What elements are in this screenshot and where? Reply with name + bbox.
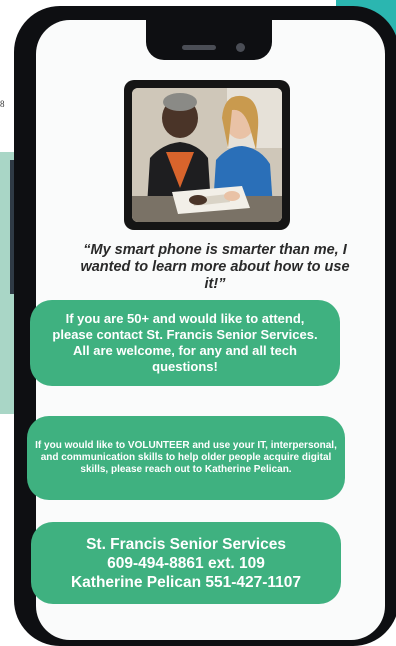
page-number: 8 <box>0 99 5 109</box>
volunteer-info-box: If you would like to VOLUNTEER and use y… <box>27 416 345 500</box>
attend-info-box: If you are 50+ and would like to attend,… <box>30 300 340 386</box>
attend-info-text: If you are 50+ and would like to attend,… <box>52 311 318 374</box>
contact-person: Katherine Pelican 551-427-1107 <box>70 573 302 591</box>
photo-frame <box>124 80 290 230</box>
contact-info-box: St. Francis Senior Services 609-494-8861… <box>31 522 341 604</box>
photo-seniors-learning <box>132 88 282 222</box>
speaker-icon <box>182 45 216 50</box>
volunteer-info-text: If you would like to VOLUNTEER and use y… <box>35 440 337 475</box>
contact-phone: 609-494-8861 ext. 109 <box>107 554 265 572</box>
phone-notch <box>146 20 272 60</box>
camera-icon <box>236 43 245 52</box>
contact-org-name: St. Francis Senior Services <box>86 535 286 553</box>
testimonial-quote: “My smart phone is smarter than me, I wa… <box>80 242 350 292</box>
